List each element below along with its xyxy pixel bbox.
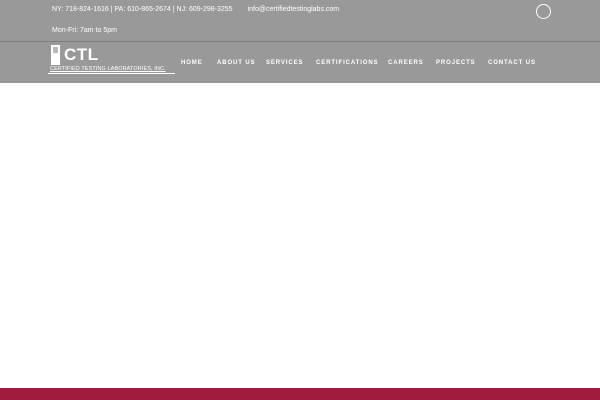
logo-mark-icon	[51, 45, 60, 65]
search-circle-icon[interactable]	[536, 4, 551, 19]
logo-subtext: CERTIFIED TESTING LABORATORIES, INC.	[50, 66, 166, 72]
nav-home[interactable]: HOME	[181, 60, 203, 66]
nav-careers[interactable]: CAREERS	[388, 60, 424, 66]
main-navbar: CTL CERTIFIED TESTING LABORATORIES, INC.…	[0, 42, 600, 83]
top-info-bar: NY: 718-824-1616 | PA: 610-865-2674 | NJ…	[0, 0, 600, 41]
nav-certifications[interactable]: CERTIFICATIONS	[316, 60, 379, 66]
email-link[interactable]: info@certifiedtestinglabs.com	[248, 6, 340, 13]
business-hours: Mon-Fri: 7am to 5pm	[52, 27, 117, 34]
logo-text: CTL	[64, 45, 99, 64]
nav-projects[interactable]: PROJECTS	[436, 60, 476, 66]
phone-numbers: NY: 718-824-1616 | PA: 610-865-2674 | NJ…	[52, 6, 233, 13]
logo-underline	[48, 73, 175, 74]
nav-services[interactable]: SERVICES	[266, 60, 303, 66]
nav-contact-us[interactable]: CONTACT US	[488, 60, 536, 66]
ctl-logo[interactable]: CTL CERTIFIED TESTING LABORATORIES, INC.	[48, 43, 176, 75]
page: NY: 718-824-1616 | PA: 610-865-2674 | NJ…	[0, 0, 600, 400]
footer-accent-bar	[0, 388, 600, 400]
nav-about-us[interactable]: ABOUT US	[217, 60, 256, 66]
contact-line: NY: 718-824-1616 | PA: 610-865-2674 | NJ…	[52, 6, 339, 13]
